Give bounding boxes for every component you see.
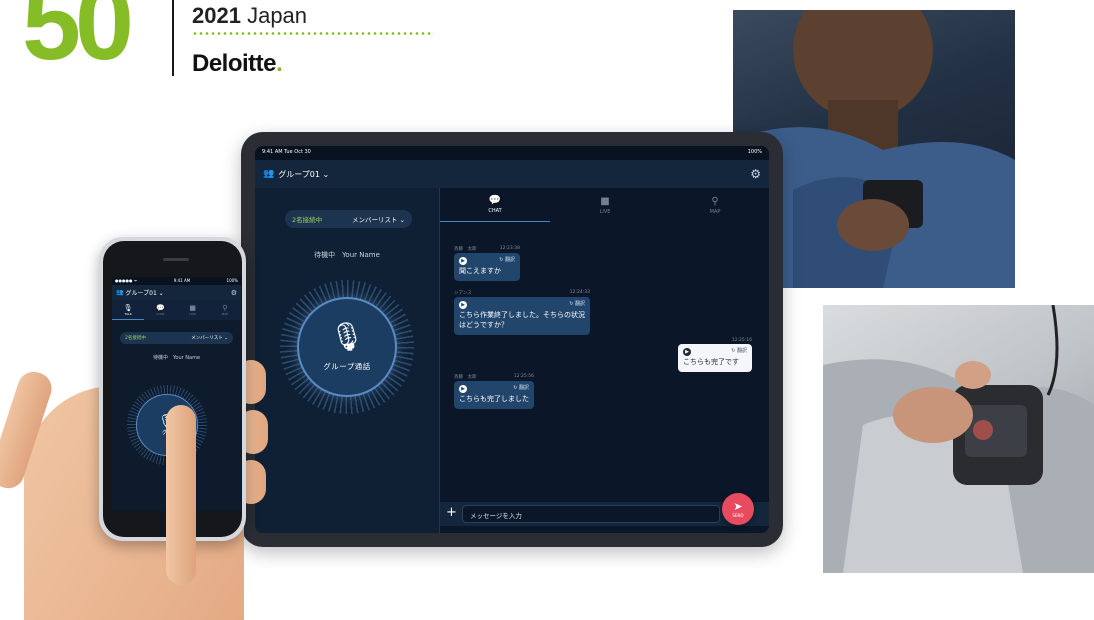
standby-status: 待機中 Your Name bbox=[112, 354, 241, 361]
member-list-dropdown[interactable]: メンバーリスト ⌄ bbox=[352, 214, 405, 224]
group-icon: 👥 bbox=[116, 289, 124, 296]
tab-chat[interactable]: 💬 CHAT bbox=[440, 188, 550, 222]
translate-button[interactable]: ↻ 翻訳 bbox=[513, 385, 529, 393]
chat-message: 斉藤 太郎 12:25:56 ▶ ↻ 翻訳 こちらも完了しました bbox=[454, 374, 534, 409]
message-bubble[interactable]: ▶ ↻ 翻訳 こちらも完了です bbox=[678, 344, 752, 372]
logo-text: Deloitte bbox=[192, 50, 277, 77]
tab-chat[interactable]: 💬 CHAT bbox=[144, 300, 176, 320]
tab-talk-label: TALK bbox=[124, 311, 132, 316]
video-camera-icon: ■ bbox=[600, 195, 610, 207]
play-icon[interactable]: ▶ bbox=[683, 348, 691, 356]
translate-button[interactable]: ↻ 翻訳 bbox=[731, 348, 747, 356]
member-list-dropdown[interactable]: メンバーリスト ⌄ bbox=[191, 335, 228, 341]
award-year: 2021 Japan bbox=[192, 3, 307, 29]
tab-talk[interactable]: 🎙 TALK bbox=[112, 300, 145, 320]
message-input[interactable]: メッセージを入力 bbox=[462, 505, 720, 523]
app-header: 👥 グループ01 ⌄ ⚙ bbox=[255, 160, 769, 188]
translate-button[interactable]: ↻ 翻訳 bbox=[499, 257, 515, 265]
standby-status: 待機中 Your Name bbox=[255, 250, 439, 260]
award-number: 50 bbox=[22, 0, 134, 82]
message-composer: + メッセージを入力 ➤ SEND bbox=[440, 493, 769, 526]
device-clip-photo bbox=[823, 305, 1094, 573]
tab-live[interactable]: ■ LIVE bbox=[177, 300, 209, 320]
message-sender: 斉藤 太郎 bbox=[454, 247, 477, 252]
connection-pill[interactable]: 2名接続中 メンバーリスト ⌄ bbox=[120, 332, 233, 344]
standby-label: 待機中 bbox=[314, 251, 336, 259]
chat-bubble-icon: 💬 bbox=[156, 304, 165, 312]
phone-status-bar: ●●●●● ᯤ 9:41 AM 100% bbox=[112, 277, 241, 285]
chat-message: シアンス 12:24:33 ▶ ↻ 翻訳 こちら作業終了しました。そちらの状況はどう… bbox=[454, 290, 590, 335]
message-time: 12:25:56 bbox=[513, 374, 534, 379]
tab-bar: 💬 CHAT ■ LIVE ⚲ MAP bbox=[440, 188, 769, 222]
phone-speaker bbox=[163, 258, 189, 261]
connection-pill[interactable]: 2名接続中 メンバーリスト ⌄ bbox=[285, 210, 412, 228]
tab-map[interactable]: ⚲ MAP bbox=[209, 300, 241, 320]
message-sender: シアンス bbox=[454, 291, 472, 296]
standby-label: 待機中 bbox=[152, 355, 168, 361]
message-sender: 斉藤 太郎 bbox=[454, 375, 477, 380]
user-name: Your Name bbox=[173, 355, 201, 361]
settings-gear-icon[interactable]: ⚙ bbox=[750, 167, 761, 181]
chat-message-own: 12:25:16 ▶ ↻ 翻訳 こちらも完了です bbox=[678, 338, 752, 372]
settings-gear-icon[interactable]: ⚙ bbox=[231, 289, 237, 297]
dotted-rule bbox=[192, 32, 434, 35]
group-selector[interactable]: グループ01 ⌄ bbox=[278, 169, 329, 180]
message-time: 12:24:33 bbox=[569, 290, 590, 295]
tab-chat-label: CHAT bbox=[156, 312, 165, 316]
status-carrier: ●●●●● ᯤ bbox=[115, 278, 138, 283]
play-icon[interactable]: ▶ bbox=[459, 257, 467, 265]
status-battery: 100% bbox=[226, 278, 238, 283]
tab-live-label: LIVE bbox=[189, 312, 196, 316]
index-finger-shape bbox=[166, 405, 196, 585]
tab-map-label: MAP bbox=[221, 312, 229, 316]
message-time: 12:25:16 bbox=[731, 338, 752, 343]
year-text: 2021 bbox=[192, 3, 241, 28]
connection-count: 2名接続中 bbox=[125, 336, 146, 341]
deloitte-logo: Deloitte. bbox=[192, 50, 283, 78]
phone-app-header: 👥 グループ01 ⌄ ⚙ bbox=[112, 285, 241, 300]
tab-live-label: LIVE bbox=[599, 208, 611, 215]
user-name: Your Name bbox=[342, 251, 380, 259]
message-time: 12:23:38 bbox=[499, 246, 520, 251]
badge-divider bbox=[172, 0, 174, 76]
status-time: 9:41 AM bbox=[173, 278, 191, 283]
chat-message: 斉藤 太郎 12:23:38 ▶ ↻ 翻訳 聞こえますか bbox=[454, 246, 520, 281]
message-text: こちらも完了です bbox=[683, 358, 739, 366]
play-icon[interactable]: ▶ bbox=[459, 301, 467, 309]
map-pin-icon: ⚲ bbox=[222, 304, 228, 312]
phone-tab-bar: 🎙 TALK 💬 CHAT ■ LIVE ⚲ MAP bbox=[112, 300, 241, 320]
chat-panel: 💬 CHAT ■ LIVE ⚲ MAP 斉藤 太郎 12:23:38 ▶ ↻ 翻訳 聞こえ… bbox=[439, 188, 769, 533]
country-text: Japan bbox=[247, 3, 308, 28]
tab-chat-label: CHAT bbox=[488, 208, 502, 214]
message-text: 聞こえますか bbox=[459, 267, 501, 275]
tab-live[interactable]: ■ LIVE bbox=[550, 188, 660, 222]
paper-plane-icon: ➤ bbox=[733, 499, 743, 513]
video-camera-icon: ■ bbox=[189, 304, 196, 312]
message-text: こちら作業終了しました。そちらの状況はどうですか？ bbox=[459, 311, 585, 329]
add-attachment-icon[interactable]: + bbox=[446, 505, 457, 520]
message-bubble[interactable]: ▶ ↻ 翻訳 聞こえますか bbox=[454, 253, 520, 281]
translate-button[interactable]: ↻ 翻訳 bbox=[569, 301, 585, 309]
status-time: 9:41 AM Tue Oct 30 bbox=[262, 149, 311, 155]
connection-count: 2名接続中 bbox=[292, 216, 323, 224]
group-icon: 👥 bbox=[263, 169, 275, 179]
map-pin-icon: ⚲ bbox=[711, 195, 719, 207]
play-icon[interactable]: ▶ bbox=[459, 385, 467, 393]
microphone-icon: 🎙 bbox=[123, 303, 133, 312]
tablet-status-bar: 9:41 AM Tue Oct 30 100% bbox=[255, 146, 769, 160]
chat-bubble-icon: 💬 bbox=[488, 195, 502, 206]
send-button[interactable]: ➤ SEND bbox=[722, 493, 754, 525]
tab-map[interactable]: ⚲ MAP bbox=[660, 188, 769, 222]
logo-dot: . bbox=[276, 50, 283, 77]
status-battery: 100% bbox=[747, 149, 762, 155]
message-text: こちらも完了しました bbox=[459, 395, 529, 403]
group-selector[interactable]: グループ01 ⌄ bbox=[125, 288, 163, 297]
message-bubble[interactable]: ▶ ↻ 翻訳 こちらも完了しました bbox=[454, 381, 534, 409]
message-bubble[interactable]: ▶ ↻ 翻訳 こちら作業終了しました。そちらの状況はどうですか？ bbox=[454, 297, 590, 335]
tab-map-label: MAP bbox=[709, 208, 721, 215]
send-label: SEND bbox=[732, 512, 744, 518]
